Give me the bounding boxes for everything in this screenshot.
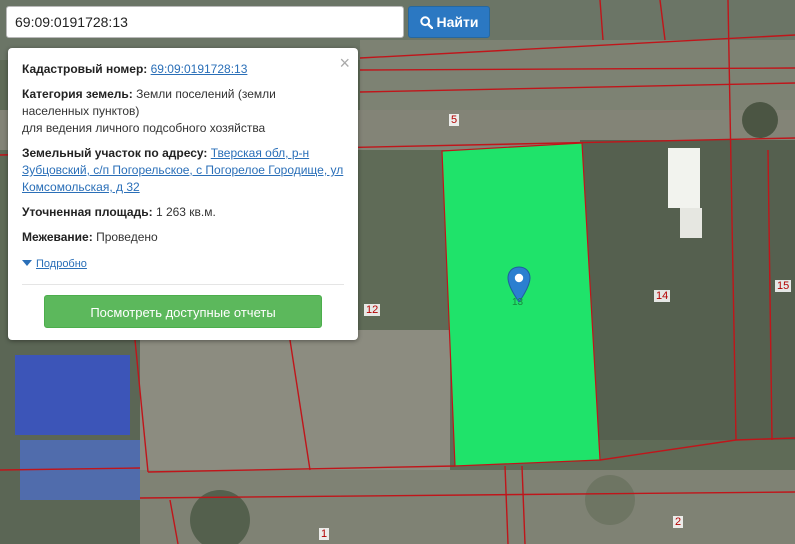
cadastral-label: Кадастровый номер:: [22, 62, 148, 76]
plot-number-12: 12: [364, 304, 381, 316]
category-use: для ведения личного подсобного хозяйства: [22, 121, 266, 135]
category-label: Категория земель:: [22, 87, 133, 101]
plot-number-2: 2: [673, 516, 684, 528]
category-row: Категория земель: Земли поселений (земли…: [22, 86, 344, 137]
area-value: 1 263 кв.м.: [155, 205, 216, 219]
details-toggle[interactable]: Подробно: [22, 254, 344, 273]
survey-label: Межевание:: [22, 230, 93, 244]
search-input[interactable]: 69:09:0191728:13: [6, 6, 404, 38]
plot-number-5: 5: [449, 114, 460, 126]
survey-row: Межевание: Проведено: [22, 229, 344, 246]
view-reports-button[interactable]: Посмотреть доступные отчеты: [44, 295, 322, 328]
area-row: Уточненная площадь: 1 263 кв.м.: [22, 204, 344, 221]
caret-down-icon: [22, 260, 32, 266]
marker-label: 13: [512, 297, 524, 308]
find-button[interactable]: Найти: [408, 6, 490, 38]
address-label: Земельный участок по адресу:: [22, 146, 208, 160]
search-value: 69:09:0191728:13: [15, 14, 128, 30]
cadastral-row: Кадастровый номер: 69:09:0191728:13: [22, 61, 344, 78]
plot-number-15: 15: [775, 280, 792, 292]
map-marker[interactable]: 13: [506, 266, 532, 310]
find-button-label: Найти: [436, 14, 479, 30]
plot-number-1: 1: [319, 528, 330, 540]
plot-number-14: 14: [654, 290, 671, 302]
area-label: Уточненная площадь:: [22, 205, 153, 219]
search-icon: [419, 16, 433, 30]
close-icon[interactable]: ×: [339, 54, 350, 72]
address-row: Земельный участок по адресу: Тверская об…: [22, 145, 344, 196]
details-link[interactable]: Подробно: [36, 256, 87, 273]
survey-value: Проведено: [96, 230, 158, 244]
divider: [22, 284, 344, 285]
parcel-info-popup: × Кадастровый номер: 69:09:0191728:13 Ка…: [8, 48, 358, 340]
cadastral-number-link[interactable]: 69:09:0191728:13: [151, 62, 248, 76]
